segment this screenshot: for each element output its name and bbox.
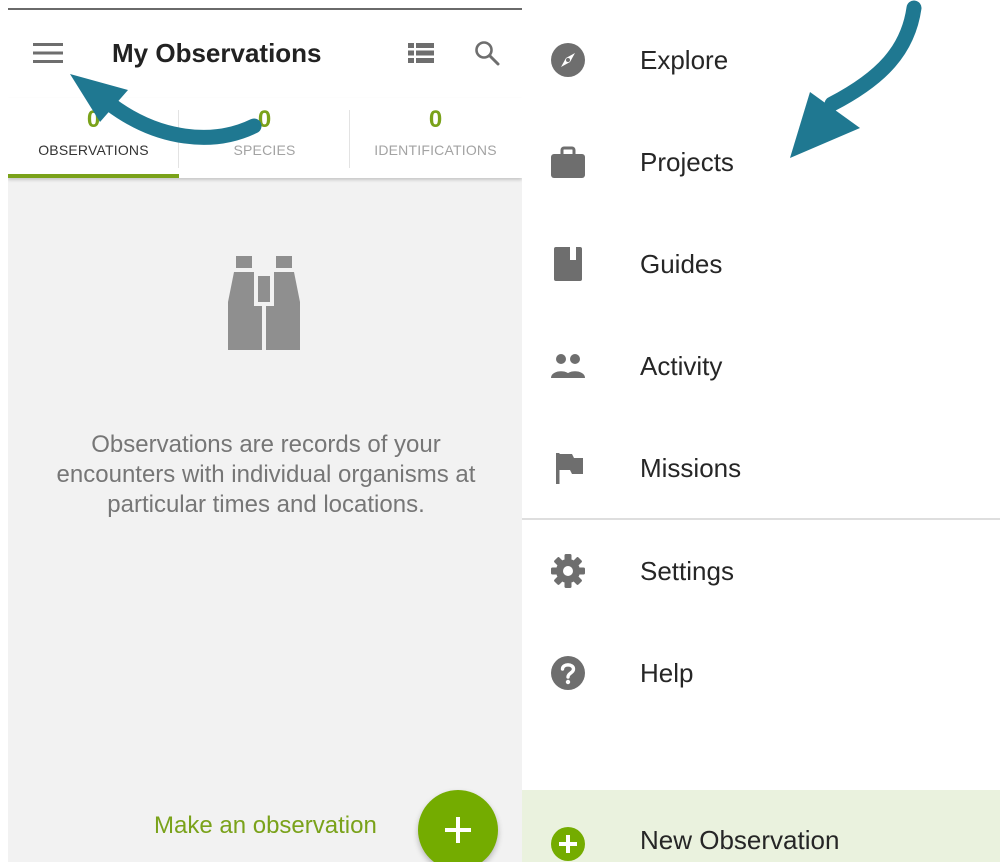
- drawer-item-new-observation[interactable]: New Observation: [522, 790, 1000, 862]
- flag-icon: [550, 450, 586, 486]
- drawer-item-label: Missions: [640, 453, 742, 483]
- drawer-item-activity[interactable]: Activity: [522, 331, 1000, 401]
- my-observations-screen: My Observations 0 OBSERVATIONS 0 SPECIES…: [8, 8, 522, 862]
- gear-icon: [550, 553, 586, 589]
- tab-label: OBSERVATIONS: [38, 142, 149, 158]
- add-circle-icon: [550, 826, 586, 862]
- drawer-item-help[interactable]: Help: [522, 638, 1000, 708]
- species-count: 0: [257, 106, 272, 133]
- tab-label: IDENTIFICATIONS: [374, 142, 497, 158]
- drawer-item-label: Projects: [640, 147, 734, 177]
- stats-tabs: 0 OBSERVATIONS 0 SPECIES 0 IDENTIFICATIO…: [8, 98, 522, 178]
- book-icon: [550, 246, 586, 282]
- menu-button[interactable]: [28, 36, 68, 70]
- tab-identifications[interactable]: 0 IDENTIFICATIONS: [350, 98, 521, 178]
- drawer-item-settings[interactable]: Settings: [522, 536, 1000, 606]
- people-icon: [550, 348, 586, 384]
- app-bar: My Observations: [8, 10, 522, 98]
- tab-observations[interactable]: 0 OBSERVATIONS: [8, 98, 179, 178]
- tab-species[interactable]: 0 SPECIES: [179, 98, 350, 178]
- screenshot-canvas: My Observations 0 OBSERVATIONS 0 SPECIES…: [0, 0, 1000, 862]
- drawer-item-guides[interactable]: Guides: [522, 229, 1000, 299]
- plus-icon: [445, 817, 471, 843]
- add-observation-fab[interactable]: [418, 790, 498, 862]
- identifications-count: 0: [428, 106, 443, 133]
- drawer-item-label: Activity: [640, 351, 723, 381]
- help-icon: [550, 655, 586, 691]
- active-tab-indicator: [8, 174, 179, 178]
- drawer-item-missions[interactable]: Missions: [522, 433, 1000, 503]
- tab-label: SPECIES: [233, 142, 296, 158]
- briefcase-icon: [550, 144, 586, 180]
- list-view-button[interactable]: [404, 36, 438, 70]
- drawer-item-label: Explore: [640, 45, 729, 75]
- search-button[interactable]: [470, 36, 504, 70]
- drawer-item-label: New Observation: [640, 825, 840, 855]
- drawer-item-label: Guides: [640, 249, 723, 279]
- empty-state-message: Observations are records of your encount…: [56, 431, 476, 518]
- drawer-divider: [522, 518, 1000, 520]
- drawer-item-projects[interactable]: Projects: [522, 127, 1000, 197]
- drawer-item-label: Settings: [640, 556, 734, 586]
- make-observation-link[interactable]: Make an observation: [154, 812, 377, 840]
- hamburger-menu-icon: [33, 43, 63, 63]
- page-title: My Observations: [112, 38, 322, 68]
- search-icon: [475, 41, 500, 66]
- binoculars-icon: [228, 256, 300, 350]
- observations-count: 0: [86, 106, 101, 133]
- drawer-item-explore[interactable]: Explore: [522, 25, 1000, 95]
- drawer-item-label: Help: [640, 658, 694, 688]
- navigation-drawer: Explore Projects Guides Activity Mission…: [522, 0, 1000, 862]
- compass-icon: [550, 42, 586, 78]
- list-view-icon: [408, 43, 434, 63]
